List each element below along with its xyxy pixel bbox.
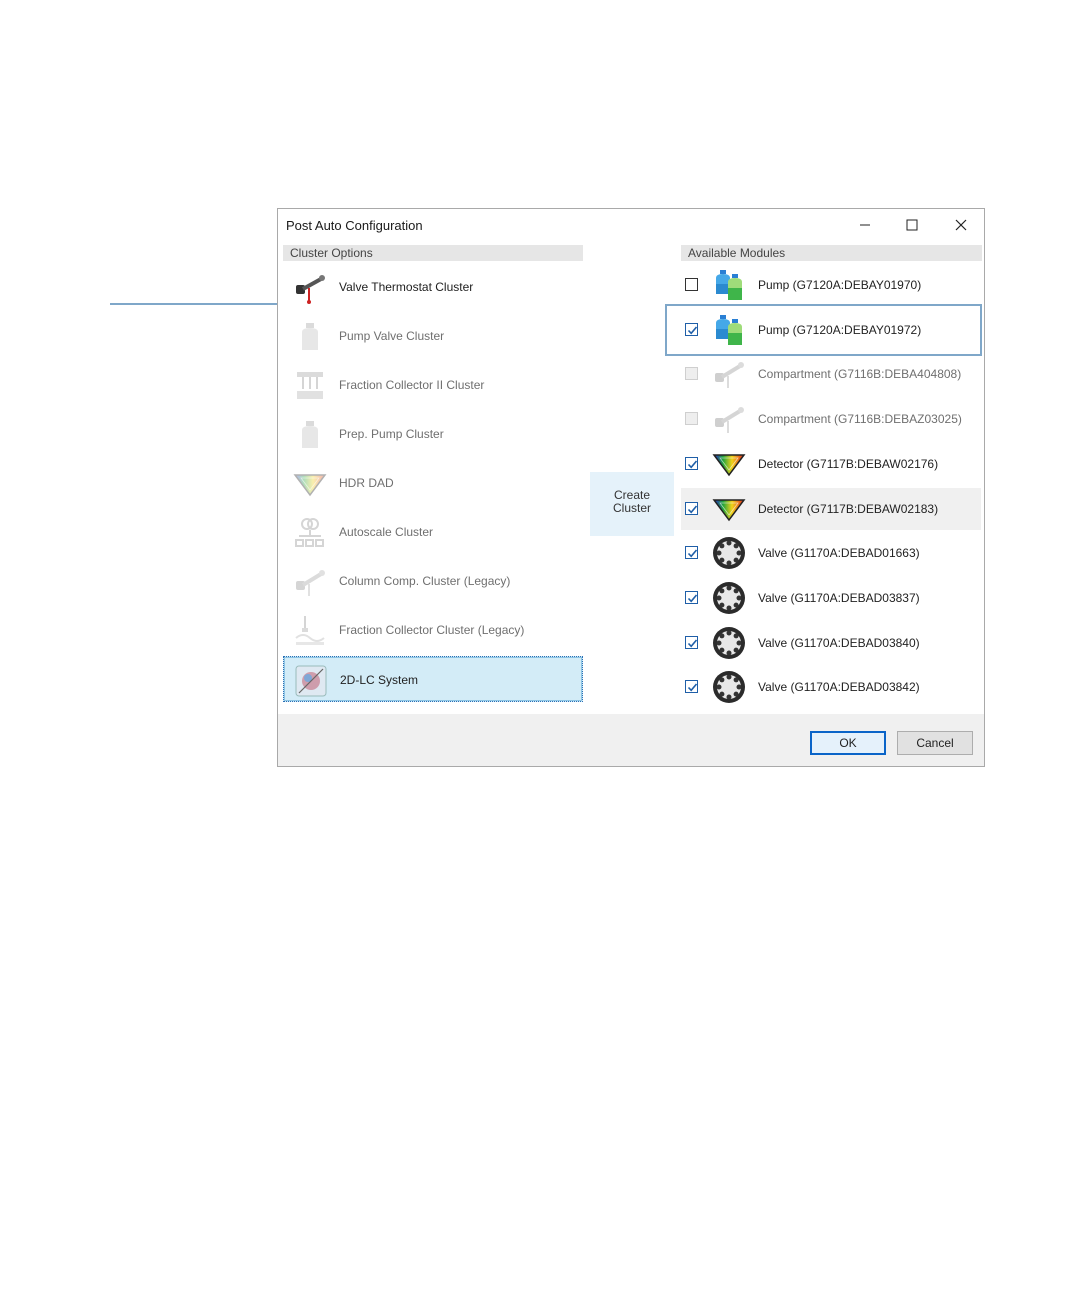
cluster-options-header: Cluster Options: [283, 245, 583, 261]
pump-bottle-icon: [293, 320, 327, 354]
cancel-button[interactable]: Cancel: [897, 731, 973, 755]
maximize-icon: [906, 219, 918, 231]
module-item[interactable]: Valve (G1170A:DEBAD03837): [681, 577, 981, 619]
cluster-option-item[interactable]: 2D-LC System: [283, 656, 583, 702]
title-bar: Post Auto Configuration: [278, 209, 984, 241]
module-checkbox[interactable]: [685, 590, 698, 604]
module-label: Valve (G1170A:DEBAD03837): [758, 590, 920, 605]
cluster-option-item[interactable]: Prep. Pump Cluster: [283, 411, 583, 457]
cluster-option-label: Valve Thermostat Cluster: [339, 280, 474, 294]
module-label: Pump (G7120A:DEBAY01972): [758, 322, 922, 337]
cluster-option-item[interactable]: Autoscale Cluster: [283, 509, 583, 555]
module-item[interactable]: Valve (G1170A:DEBAD03842): [681, 666, 981, 708]
post-auto-configuration-dialog: Post Auto Configuration Cluster Options …: [277, 208, 985, 767]
cluster-option-item[interactable]: Fraction Collector Cluster (Legacy): [283, 607, 583, 653]
module-item[interactable]: Pump (G7120A:DEBAY01970): [681, 264, 981, 306]
module-label: Valve (G1170A:DEBAD01663): [758, 546, 920, 561]
cluster-option-label: Pump Valve Cluster: [339, 329, 445, 343]
minimize-button[interactable]: [842, 209, 888, 241]
cluster-option-label: Column Comp. Cluster (Legacy): [339, 574, 511, 588]
valve-wheel-icon: [712, 581, 746, 615]
module-checkbox[interactable]: [685, 546, 698, 560]
create-cluster-button[interactable]: Create Cluster: [590, 472, 674, 536]
cluster-option-label: 2D-LC System: [340, 673, 419, 687]
cluster-option-item[interactable]: HDR DAD: [283, 460, 583, 506]
module-checkbox[interactable]: [685, 635, 698, 649]
module-item[interactable]: Valve (G1170A:DEBAD03840): [681, 622, 981, 664]
module-checkbox[interactable]: [685, 680, 698, 694]
close-icon: [955, 219, 967, 231]
valve-wheel-icon: [712, 670, 746, 704]
cluster-option-item[interactable]: Fraction Collector II Cluster: [283, 362, 583, 408]
module-checkbox[interactable]: [685, 501, 698, 515]
prism-icon: [712, 447, 746, 481]
prism-icon: [712, 492, 746, 526]
pump-bottles-icon: [712, 313, 746, 347]
ok-button[interactable]: OK: [810, 731, 886, 755]
valve-thermostat-icon: [293, 271, 327, 305]
module-label: Pump (G7120A:DEBAY01970): [758, 278, 922, 292]
column-compartment-icon: [293, 565, 327, 599]
minimize-icon: [860, 224, 870, 226]
fraction-collector-legacy-icon: [293, 614, 327, 648]
module-item[interactable]: Pump (G7120A:DEBAY01972): [665, 303, 982, 356]
cluster-option-label: Fraction Collector Cluster (Legacy): [339, 623, 525, 637]
valve-wheel-icon: [712, 626, 746, 660]
module-label: Detector (G7117B:DEBAW02183): [758, 501, 939, 516]
valve-wheel-icon: [712, 536, 746, 570]
module-label: Valve (G1170A:DEBAD03842): [758, 680, 920, 695]
pump-bottles-icon: [712, 268, 746, 302]
autoscale-icon: [293, 516, 327, 550]
column-compartment-icon: [712, 402, 746, 436]
module-item[interactable]: Valve (G1170A:DEBAD01663): [681, 532, 981, 574]
2d-lc-system-icon: [294, 664, 328, 698]
cluster-option-label: Prep. Pump Cluster: [339, 427, 444, 441]
module-checkbox[interactable]: [685, 456, 698, 470]
module-item[interactable]: Detector (G7117B:DEBAW02176): [681, 443, 981, 485]
available-modules-header: Available Modules: [681, 245, 982, 261]
module-label: Valve (G1170A:DEBAD03840): [758, 635, 920, 650]
window-title: Post Auto Configuration: [286, 218, 423, 233]
prism-icon: [293, 467, 327, 501]
cluster-option-label: Autoscale Cluster: [339, 525, 434, 539]
module-item[interactable]: Detector (G7117B:DEBAW02183): [681, 487, 981, 530]
module-checkbox[interactable]: [685, 322, 698, 336]
cluster-option-item[interactable]: Valve Thermostat Cluster: [283, 264, 583, 310]
module-label: Compartment (G7116B:DEBAZ03025): [758, 412, 962, 427]
cluster-option-item[interactable]: Pump Valve Cluster: [283, 313, 583, 359]
cluster-option-item[interactable]: Column Comp. Cluster (Legacy): [283, 558, 583, 604]
cluster-option-label: HDR DAD: [339, 476, 394, 490]
cluster-option-label: Fraction Collector II Cluster: [339, 378, 485, 392]
fraction-collector-icon: [293, 369, 327, 403]
create-cluster-label-line2: Cluster: [612, 501, 651, 515]
column-compartment-icon: [712, 357, 746, 391]
module-label: Detector (G7117B:DEBAW02176): [758, 456, 939, 471]
pump-bottle-icon: [293, 418, 327, 452]
module-checkbox: [685, 412, 698, 426]
module-item[interactable]: Compartment (G7116B:DEBAZ03025): [681, 398, 981, 440]
module-checkbox[interactable]: [685, 278, 698, 291]
module-item[interactable]: Compartment (G7116B:DEBA404808): [681, 353, 981, 395]
dialog-footer: OK Cancel: [278, 714, 984, 766]
close-button[interactable]: [938, 209, 984, 241]
module-label: Compartment (G7116B:DEBA404808): [758, 367, 962, 382]
maximize-button[interactable]: [889, 209, 935, 241]
module-checkbox: [685, 367, 698, 381]
